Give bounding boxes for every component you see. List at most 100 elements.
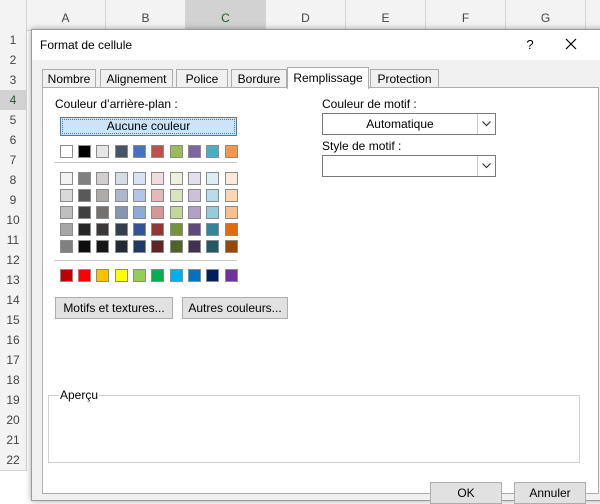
theme-shade-swatch[interactable] bbox=[115, 206, 128, 219]
column-header-d[interactable]: D bbox=[266, 0, 346, 30]
theme-shade-swatch[interactable] bbox=[78, 240, 91, 253]
theme-shade-swatch[interactable] bbox=[206, 172, 219, 185]
theme-shade-swatch[interactable] bbox=[96, 223, 109, 236]
pattern-style-dropdown[interactable] bbox=[322, 155, 496, 177]
row-header-9[interactable]: 9 bbox=[0, 190, 27, 211]
theme-shade-swatch[interactable] bbox=[225, 206, 238, 219]
column-header-b[interactable]: B bbox=[106, 0, 186, 30]
row-header-13[interactable]: 13 bbox=[0, 270, 27, 291]
standard-color-swatch[interactable] bbox=[188, 269, 201, 282]
theme-color-swatch[interactable] bbox=[60, 145, 73, 158]
tab-nombre[interactable]: Nombre bbox=[42, 69, 96, 88]
theme-shade-swatch[interactable] bbox=[133, 223, 146, 236]
row-header-19[interactable]: 19 bbox=[0, 390, 27, 411]
theme-shade-swatch[interactable] bbox=[78, 206, 91, 219]
theme-shade-swatch[interactable] bbox=[225, 240, 238, 253]
theme-shade-swatch[interactable] bbox=[225, 172, 238, 185]
help-button[interactable]: ? bbox=[520, 35, 540, 55]
theme-shade-swatch[interactable] bbox=[188, 240, 201, 253]
row-header-10[interactable]: 10 bbox=[0, 210, 27, 231]
column-header-a[interactable]: A bbox=[26, 0, 106, 30]
theme-shade-swatch[interactable] bbox=[151, 172, 164, 185]
theme-shade-swatch[interactable] bbox=[151, 223, 164, 236]
column-header-f[interactable]: F bbox=[426, 0, 506, 30]
tab-bordure[interactable]: Bordure bbox=[231, 69, 287, 88]
theme-color-swatch[interactable] bbox=[78, 145, 91, 158]
theme-shade-swatch[interactable] bbox=[133, 189, 146, 202]
theme-shade-swatch[interactable] bbox=[206, 240, 219, 253]
row-header-22[interactable]: 22 bbox=[0, 450, 27, 471]
tab-police[interactable]: Police bbox=[176, 69, 228, 88]
tab-remplissage[interactable]: Remplissage bbox=[287, 67, 369, 89]
theme-shade-swatch[interactable] bbox=[115, 189, 128, 202]
select-all-corner[interactable] bbox=[0, 0, 27, 30]
theme-shade-swatch[interactable] bbox=[78, 223, 91, 236]
row-header-18[interactable]: 18 bbox=[0, 370, 27, 391]
dropdown-arrow[interactable] bbox=[477, 156, 495, 176]
theme-color-swatch[interactable] bbox=[170, 145, 183, 158]
theme-shade-swatch[interactable] bbox=[206, 206, 219, 219]
theme-shade-swatch[interactable] bbox=[170, 172, 183, 185]
theme-shade-swatch[interactable] bbox=[115, 240, 128, 253]
row-header-5[interactable]: 5 bbox=[0, 110, 27, 131]
theme-shade-swatch[interactable] bbox=[115, 172, 128, 185]
theme-shade-swatch[interactable] bbox=[188, 189, 201, 202]
row-header-8[interactable]: 8 bbox=[0, 170, 27, 191]
theme-shade-swatch[interactable] bbox=[96, 240, 109, 253]
column-header-e[interactable]: E bbox=[346, 0, 426, 30]
fill-effects-button[interactable]: Motifs et textures... bbox=[55, 297, 173, 319]
row-header-16[interactable]: 16 bbox=[0, 330, 27, 351]
standard-color-swatch[interactable] bbox=[60, 269, 73, 282]
theme-shade-swatch[interactable] bbox=[96, 206, 109, 219]
theme-shade-swatch[interactable] bbox=[170, 189, 183, 202]
dropdown-arrow[interactable] bbox=[477, 114, 495, 134]
theme-shade-swatch[interactable] bbox=[133, 240, 146, 253]
row-header-4[interactable]: 4 bbox=[0, 90, 27, 111]
standard-color-swatch[interactable] bbox=[225, 269, 238, 282]
row-header-20[interactable]: 20 bbox=[0, 410, 27, 431]
standard-color-swatch[interactable] bbox=[78, 269, 91, 282]
theme-color-swatch[interactable] bbox=[206, 145, 219, 158]
standard-color-swatch[interactable] bbox=[96, 269, 109, 282]
tab-alignement[interactable]: Alignement bbox=[100, 69, 173, 88]
theme-shade-swatch[interactable] bbox=[96, 172, 109, 185]
column-header-g[interactable]: G bbox=[506, 0, 586, 30]
row-header-21[interactable]: 21 bbox=[0, 430, 27, 451]
theme-shade-swatch[interactable] bbox=[151, 240, 164, 253]
theme-shade-swatch[interactable] bbox=[225, 189, 238, 202]
theme-color-swatch[interactable] bbox=[225, 145, 238, 158]
row-header-14[interactable]: 14 bbox=[0, 290, 27, 311]
theme-shade-swatch[interactable] bbox=[60, 189, 73, 202]
pattern-color-dropdown[interactable]: Automatique bbox=[322, 113, 496, 135]
theme-shade-swatch[interactable] bbox=[225, 223, 238, 236]
theme-shade-swatch[interactable] bbox=[60, 172, 73, 185]
no-color-button[interactable]: Aucune couleur bbox=[60, 117, 237, 136]
theme-shade-swatch[interactable] bbox=[151, 206, 164, 219]
theme-shade-swatch[interactable] bbox=[151, 189, 164, 202]
close-button[interactable] bbox=[561, 34, 583, 56]
column-header-c[interactable]: C bbox=[186, 0, 266, 30]
row-header-7[interactable]: 7 bbox=[0, 150, 27, 171]
theme-shade-swatch[interactable] bbox=[170, 223, 183, 236]
row-header-12[interactable]: 12 bbox=[0, 250, 27, 271]
ok-button[interactable]: OK bbox=[430, 482, 502, 504]
theme-shade-swatch[interactable] bbox=[133, 172, 146, 185]
row-header-2[interactable]: 2 bbox=[0, 50, 27, 71]
cancel-button[interactable]: Annuler bbox=[514, 482, 586, 504]
theme-shade-swatch[interactable] bbox=[188, 223, 201, 236]
theme-shade-swatch[interactable] bbox=[78, 189, 91, 202]
theme-shade-swatch[interactable] bbox=[170, 240, 183, 253]
more-colors-button[interactable]: Autres couleurs... bbox=[182, 297, 288, 319]
standard-color-swatch[interactable] bbox=[115, 269, 128, 282]
theme-shade-swatch[interactable] bbox=[60, 240, 73, 253]
theme-shade-swatch[interactable] bbox=[96, 189, 109, 202]
standard-color-swatch[interactable] bbox=[151, 269, 164, 282]
theme-shade-swatch[interactable] bbox=[206, 223, 219, 236]
theme-shade-swatch[interactable] bbox=[133, 206, 146, 219]
theme-color-swatch[interactable] bbox=[115, 145, 128, 158]
theme-color-swatch[interactable] bbox=[151, 145, 164, 158]
standard-color-swatch[interactable] bbox=[206, 269, 219, 282]
theme-shade-swatch[interactable] bbox=[206, 189, 219, 202]
theme-color-swatch[interactable] bbox=[133, 145, 146, 158]
row-header-15[interactable]: 15 bbox=[0, 310, 27, 331]
